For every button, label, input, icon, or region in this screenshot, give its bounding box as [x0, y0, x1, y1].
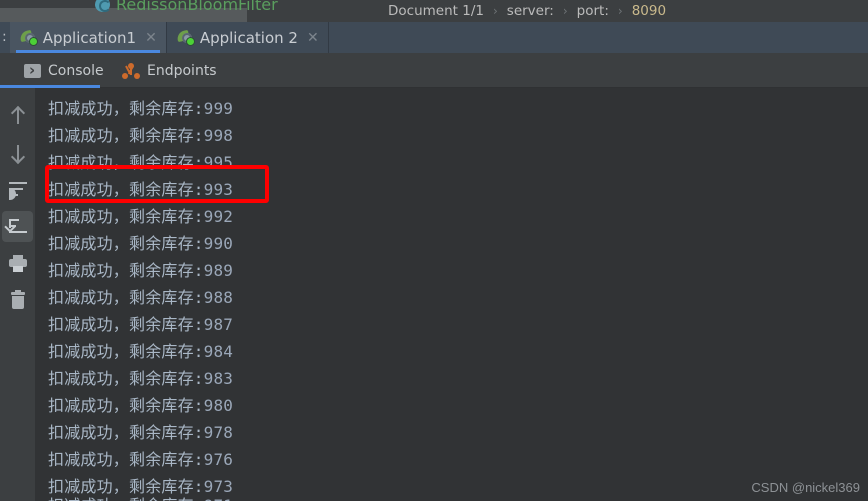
- log-line: 扣减成功，剩余库存:980: [48, 392, 233, 416]
- log-line-value: 999: [203, 99, 234, 118]
- print-icon[interactable]: [2, 248, 33, 279]
- tab-console-label: Console: [48, 62, 104, 79]
- tab-endpoints[interactable]: Endpoints: [112, 53, 227, 88]
- log-line: 扣减成功，剩余库存:999: [48, 95, 233, 119]
- breadcrumb-item-server[interactable]: server:: [507, 3, 554, 19]
- trash-icon[interactable]: [2, 285, 33, 316]
- log-line-highlighted: 扣减成功，剩余库存:993: [48, 176, 233, 200]
- chevron-right-icon: ›: [492, 4, 498, 18]
- log-line-value: 980: [203, 396, 234, 415]
- tab-application1-label: Application1: [42, 28, 137, 47]
- log-line: 扣减成功，剩余库存:990: [48, 230, 233, 254]
- log-line-value: 971: [204, 496, 234, 501]
- window-top-strip: RedissonBloomFilter Document 1/1 › serve…: [0, 0, 868, 22]
- close-icon[interactable]: ✕: [145, 30, 157, 46]
- log-line-text: 扣减成功，剩余库存:: [48, 207, 204, 226]
- log-line-value: 992: [203, 207, 234, 226]
- log-line-value: 988: [203, 288, 234, 307]
- log-line: 扣减成功，剩余库存:987: [48, 311, 233, 335]
- endpoints-icon: [122, 62, 140, 79]
- tab-endpoints-label: Endpoints: [147, 62, 217, 79]
- scroll-to-end-icon[interactable]: [2, 211, 33, 242]
- log-line: 扣减成功，剩余库存:971: [48, 492, 233, 501]
- run-tab-bar: : Application1 ✕ Application 2 ✕: [0, 22, 868, 53]
- ide-run-window: RedissonBloomFilter Document 1/1 › serve…: [0, 0, 868, 501]
- console-output[interactable]: 扣减成功，剩余库存:999 扣减成功，剩余库存:998 扣减成功，剩余库存:99…: [35, 88, 868, 501]
- log-line-text: 扣减成功，剩余库存:: [48, 315, 204, 334]
- log-line-text: 扣减成功，剩余库存:: [48, 496, 204, 501]
- console-icon: [24, 61, 41, 79]
- up-arrow-icon[interactable]: [2, 100, 33, 131]
- log-line-value: 998: [203, 126, 234, 145]
- soft-wrap-icon[interactable]: [2, 174, 33, 205]
- breadcrumb: Document 1/1 › server: › port: › 8090: [0, 0, 868, 22]
- tab-bar-empty-space: [329, 22, 868, 53]
- chevron-right-icon: ›: [562, 4, 568, 18]
- watermark: CSDN @nickel369: [751, 480, 860, 495]
- breadcrumb-item-document[interactable]: Document 1/1: [388, 3, 484, 19]
- log-line: 扣减成功，剩余库存:976: [48, 446, 233, 470]
- log-line-value: 984: [203, 342, 234, 361]
- close-icon[interactable]: ✕: [307, 30, 319, 46]
- log-line-text: 扣减成功，剩余库存:: [48, 153, 204, 172]
- log-line-text: 扣减成功，剩余库存:: [48, 288, 204, 307]
- log-line-text: 扣减成功，剩余库存:: [48, 180, 204, 199]
- log-line: 扣减成功，剩余库存:978: [48, 419, 233, 443]
- log-line-text: 扣减成功，剩余库存:: [48, 396, 204, 415]
- tab-console[interactable]: Console: [14, 53, 114, 88]
- log-line-value: 976: [203, 450, 234, 469]
- sub-tab-bar: Console Endpoints: [0, 53, 868, 88]
- log-line: 扣减成功，剩余库存:989: [48, 257, 233, 281]
- log-line-text: 扣减成功，剩余库存:: [48, 369, 204, 388]
- down-arrow-icon[interactable]: [2, 137, 33, 168]
- tab-application2[interactable]: Application 2 ✕: [167, 22, 328, 53]
- log-line: 扣减成功，剩余库存:992: [48, 203, 233, 227]
- log-line: 扣减成功，剩余库存:998: [48, 122, 233, 146]
- log-line-text: 扣减成功，剩余库存:: [48, 126, 204, 145]
- log-line: 扣减成功，剩余库存:984: [48, 338, 233, 362]
- tab-bar-prefix: :: [2, 29, 7, 45]
- log-line-text: 扣减成功，剩余库存:: [48, 234, 204, 253]
- log-line-value: 983: [203, 369, 234, 388]
- log-line-value: 995: [203, 153, 234, 172]
- spring-boot-icon: [175, 29, 194, 45]
- log-line-text: 扣减成功，剩余库存:: [48, 450, 204, 469]
- log-line-text: 扣减成功，剩余库存:: [48, 261, 204, 280]
- console-toolbar: [0, 88, 35, 501]
- log-line-text: 扣减成功，剩余库存:: [48, 342, 204, 361]
- log-line-value: 987: [203, 315, 234, 334]
- log-line-value: 993: [203, 180, 234, 199]
- chevron-right-icon: ›: [617, 4, 623, 18]
- tab-application2-label: Application 2: [199, 28, 298, 47]
- log-line-value: 990: [203, 234, 234, 253]
- tab-application1[interactable]: Application1 ✕: [9, 22, 166, 53]
- log-line: 扣减成功，剩余库存:988: [48, 284, 233, 308]
- log-line-text: 扣减成功，剩余库存:: [48, 99, 204, 118]
- breadcrumb-item-port-value[interactable]: 8090: [632, 3, 666, 19]
- log-line-text: 扣减成功，剩余库存:: [48, 423, 204, 442]
- log-line: 扣减成功，剩余库存:983: [48, 365, 233, 389]
- log-line: 扣减成功，剩余库存:995: [48, 149, 233, 173]
- log-line-value: 989: [203, 261, 234, 280]
- spring-boot-icon: [18, 29, 37, 45]
- breadcrumb-item-port[interactable]: port:: [577, 3, 609, 19]
- log-line-value: 978: [203, 423, 234, 442]
